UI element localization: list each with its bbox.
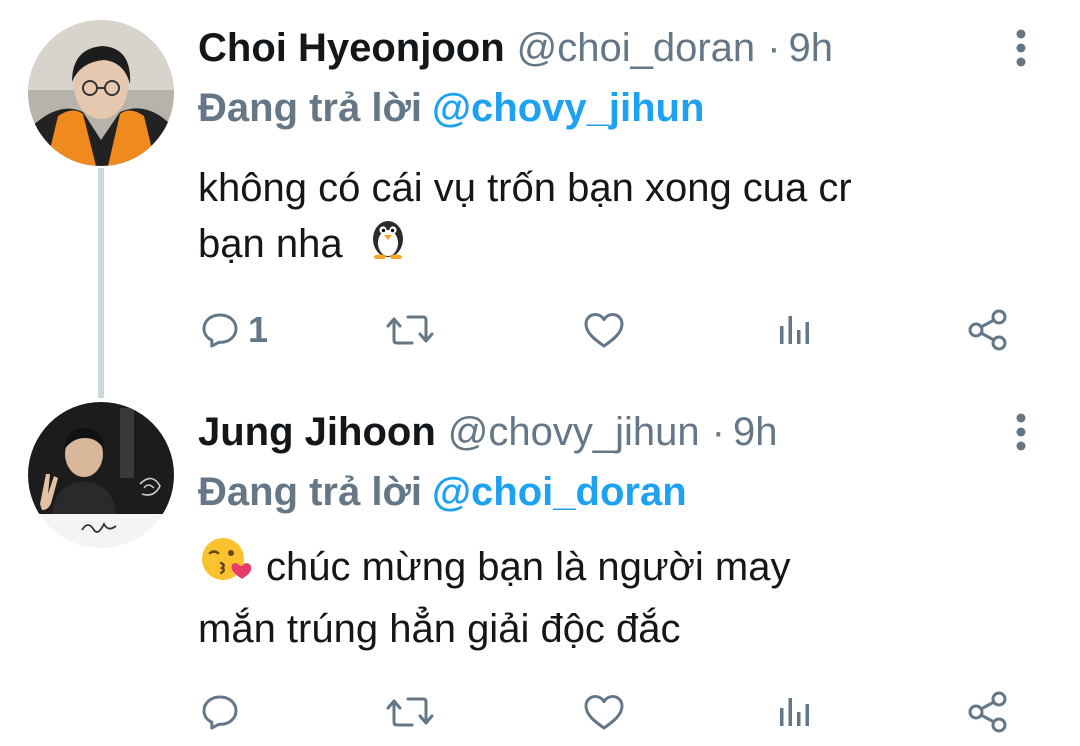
tweet-header: Jung Jihoon @chovy_jihun · 9h: [198, 408, 777, 456]
tweet-text-line-with-emoji: chúc mừng bạn là người may: [198, 538, 1058, 601]
analytics-button[interactable]: [776, 686, 816, 738]
retweet-icon: [386, 692, 434, 732]
reply-icon: [200, 692, 240, 732]
reply-button[interactable]: 1: [200, 304, 268, 356]
timestamp[interactable]: 9h: [733, 410, 778, 454]
tweet[interactable]: Jung Jihoon @chovy_jihun · 9h Đang trả lời @…: [0, 390, 1080, 746]
bar-chart-icon: [776, 692, 816, 732]
tweet-text-line: chúc mừng bạn là người may: [266, 545, 791, 590]
bar-chart-icon: [776, 310, 816, 350]
avatar-photo: [28, 402, 174, 548]
replying-to: Đang trả lời @chovy_jihun: [198, 84, 704, 132]
tweet-text-line-with-emoji: bạn nha: [198, 216, 1058, 274]
reply-button[interactable]: [200, 686, 248, 738]
heart-icon: [582, 692, 626, 732]
replying-to: Đang trả lời @choi_doran: [198, 468, 687, 516]
display-name[interactable]: Choi Hyeonjoon: [198, 26, 505, 70]
tweet-header: Choi Hyeonjoon @choi_doran · 9h: [198, 24, 833, 72]
face-blowing-kiss-emoji: [198, 538, 266, 601]
replying-to-label: Đang trả lời: [198, 470, 423, 514]
avatar-photo: [28, 20, 174, 166]
mention-link[interactable]: @choi_doran: [432, 470, 687, 514]
display-name[interactable]: Jung Jihoon: [198, 410, 436, 454]
share-button[interactable]: [966, 686, 1010, 738]
tweet-text: chúc mừng bạn là người may mắn trúng hẳn…: [198, 538, 1058, 657]
more-options-icon[interactable]: [1008, 26, 1034, 70]
more-options-icon[interactable]: [1008, 410, 1034, 454]
retweet-button[interactable]: [386, 304, 434, 356]
tweet-text-line: không có cái vụ trốn bạn xong cua cr: [198, 166, 852, 210]
share-button[interactable]: [966, 304, 1010, 356]
like-button[interactable]: [582, 304, 626, 356]
retweet-button[interactable]: [386, 686, 434, 738]
replying-to-label: Đang trả lời: [198, 86, 423, 130]
avatar[interactable]: [28, 402, 174, 548]
avatar[interactable]: [28, 20, 174, 166]
mention-link[interactable]: @chovy_jihun: [432, 86, 704, 130]
reply-count: 1: [248, 309, 269, 350]
share-icon: [966, 690, 1010, 734]
username[interactable]: @choi_doran: [517, 26, 756, 70]
retweet-icon: [386, 310, 434, 350]
username[interactable]: @chovy_jihun: [448, 410, 700, 454]
like-button[interactable]: [582, 686, 626, 738]
tweet-actions: 1: [0, 304, 1080, 356]
reply-icon: [200, 310, 240, 350]
meta-separator: ·: [767, 26, 781, 70]
tweet-text-line: bạn nha: [198, 222, 343, 266]
penguin-emoji: [354, 218, 410, 274]
tweet-text: không có cái vụ trốn bạn xong cua cr bạn…: [198, 160, 1058, 274]
share-icon: [966, 308, 1010, 352]
timestamp[interactable]: 9h: [789, 26, 834, 70]
tweet-actions: [0, 686, 1080, 738]
meta-separator: ·: [711, 410, 725, 454]
tweet-text-line: mắn trúng hẳn giải độc đắc: [198, 607, 681, 651]
heart-icon: [582, 310, 626, 350]
analytics-button[interactable]: [776, 304, 816, 356]
thread-line: [98, 168, 104, 398]
tweet[interactable]: Choi Hyeonjoon @choi_doran · 9h Đang trả lờ…: [0, 0, 1080, 398]
